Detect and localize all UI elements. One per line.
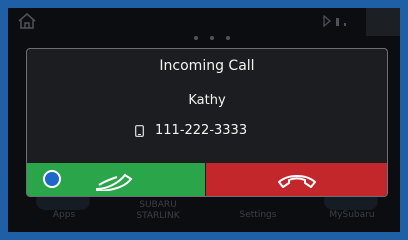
- incoming-call-dialog: Incoming Call Kathy 111-222-3333: [26, 48, 388, 197]
- phone-hangup-icon: [278, 175, 316, 188]
- dock-mysubaru[interactable]: MySubaru: [322, 210, 382, 232]
- head-unit-screen: Apps SUBARU STARLINK Settings MySubaru In…: [8, 8, 400, 232]
- home-icon[interactable]: [18, 13, 36, 29]
- phone-number-row: 111-222-3333: [27, 121, 387, 141]
- mobile-phone-icon: [135, 125, 144, 137]
- accept-indicator-icon: [43, 170, 61, 188]
- home-dock: Apps SUBARU STARLINK Settings MySubaru: [8, 192, 400, 232]
- call-actions: [27, 163, 387, 196]
- accept-call-button[interactable]: [27, 163, 205, 196]
- caller-name: Kathy: [188, 93, 226, 108]
- dialog-title: Incoming Call: [159, 58, 255, 74]
- page-indicator: [194, 36, 230, 40]
- status-bar: [8, 8, 400, 36]
- phone-pickup-icon: [96, 173, 133, 191]
- decline-call-button[interactable]: [206, 163, 387, 196]
- dock-settings[interactable]: Settings: [228, 210, 288, 232]
- phone-number: 111-222-3333: [155, 123, 248, 138]
- phone-status-icon: [366, 8, 400, 36]
- dock-subaru-starlink[interactable]: SUBARU STARLINK: [128, 200, 188, 232]
- dock-apps[interactable]: Apps: [34, 210, 94, 232]
- status-icons: [323, 14, 346, 28]
